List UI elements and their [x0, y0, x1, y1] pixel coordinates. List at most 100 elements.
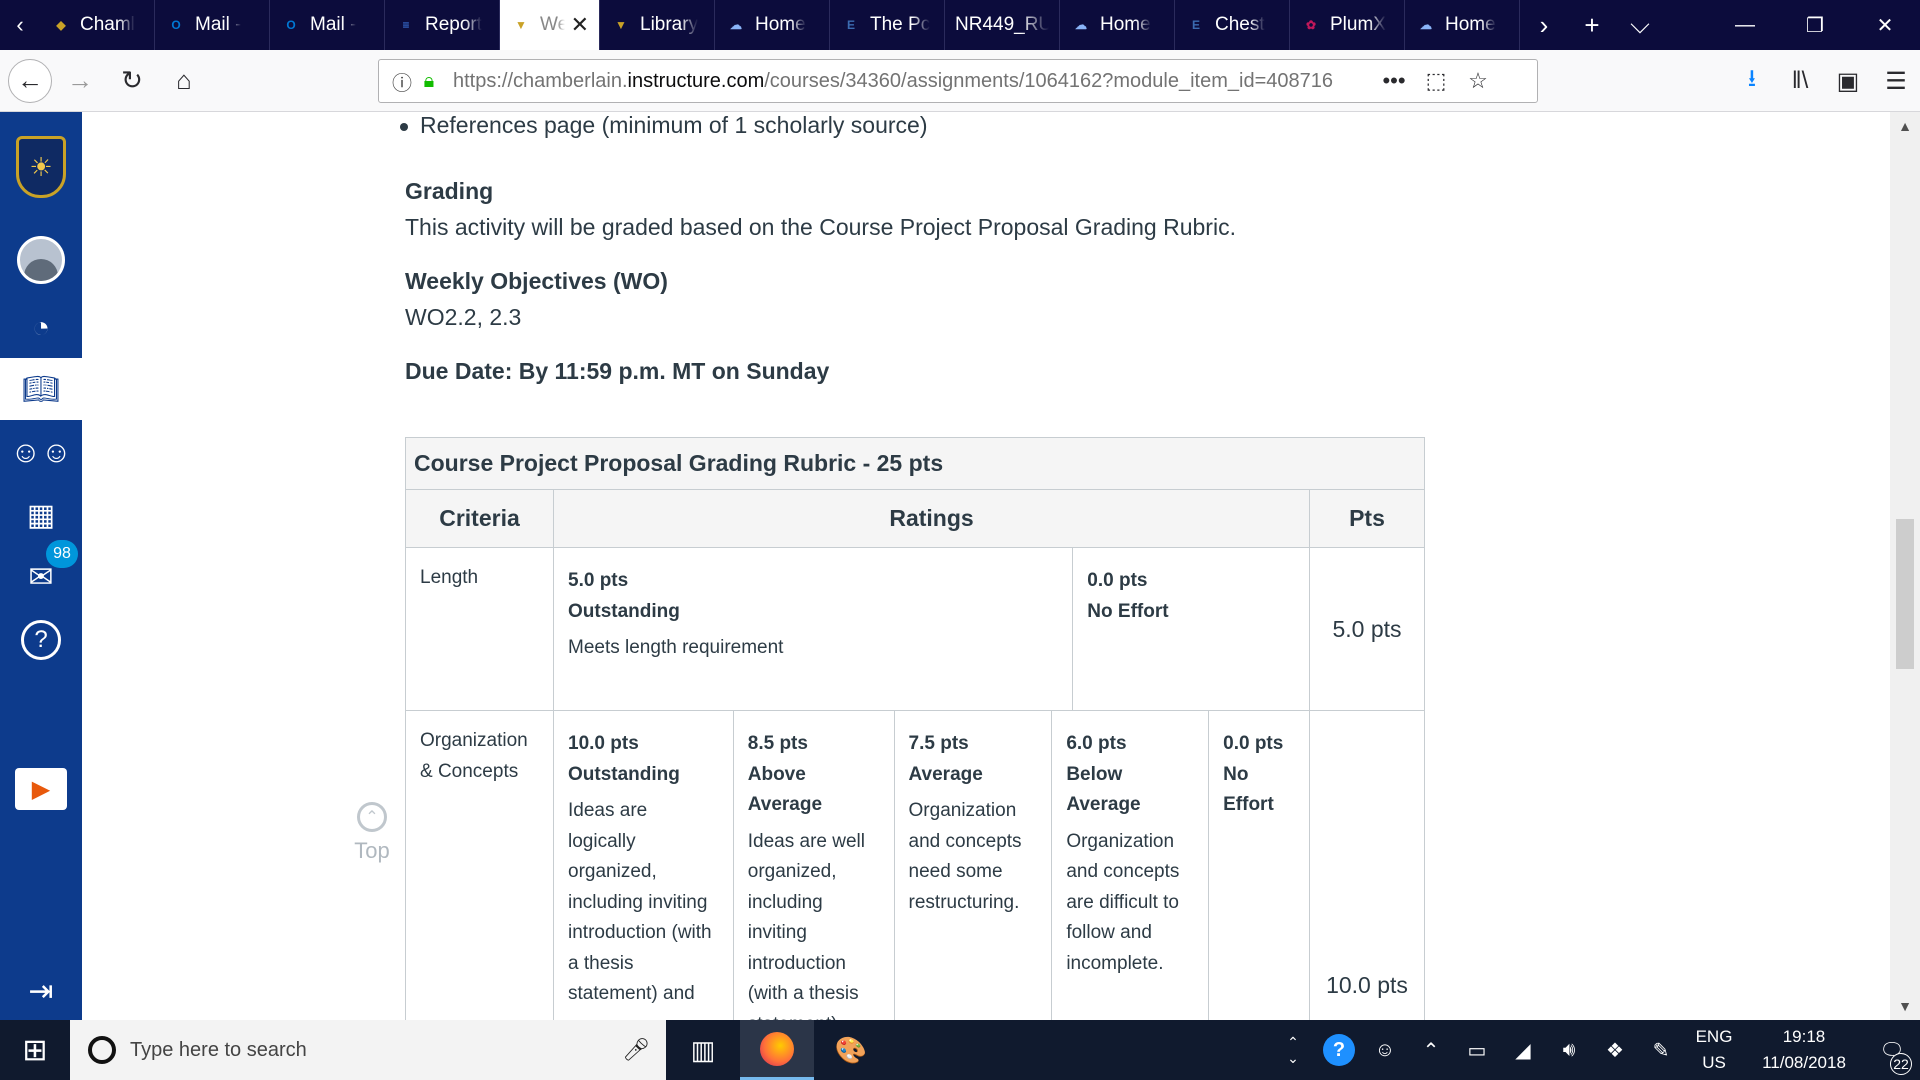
browser-tab[interactable]: ✿ PlumX [1290, 0, 1405, 50]
sidebar-toggle-icon[interactable]: ▣ [1824, 67, 1872, 96]
points-cell: 5.0 pts [1332, 615, 1402, 642]
clock-date: 11/08/2018 [1762, 1053, 1846, 1072]
pen-icon[interactable]: ✎ [1638, 1038, 1684, 1063]
battery-icon[interactable]: ▭ [1454, 1038, 1500, 1063]
scroll-up-icon[interactable]: ▲ [1890, 112, 1920, 140]
download-icon[interactable]: ⭳ [1728, 61, 1776, 102]
close-tab-icon[interactable]: ✕ [571, 12, 589, 38]
criterion-cell: Length [406, 548, 554, 710]
rating-label: Average [908, 763, 983, 785]
help-tray-button[interactable]: ? [1316, 1034, 1362, 1066]
browser-tab[interactable]: ◆ Chaml [40, 0, 155, 50]
browser-tab[interactable]: ▼ We ✕ [500, 0, 600, 50]
browser-tab[interactable]: ☁ Home [1060, 0, 1175, 50]
address-bar[interactable]: ⓘ 🔒︎ https://chamberlain.instructure.com… [378, 59, 1538, 103]
taskbar-search[interactable]: Type here to search 🎤︎ [70, 1020, 666, 1080]
wifi-icon[interactable]: ◢ [1500, 1038, 1546, 1063]
nav-studio[interactable]: ▶ [0, 764, 82, 814]
pocket-icon[interactable]: ⬚ [1415, 68, 1457, 94]
restore-button[interactable]: ❐ [1780, 0, 1850, 50]
start-button[interactable]: ⊞ [0, 1020, 70, 1080]
rubric-table: Course Project Proposal Grading Rubric -… [405, 437, 1425, 1020]
institution-logo[interactable]: ☀ [0, 132, 82, 202]
nav-calendar[interactable]: ▦ [0, 484, 82, 546]
new-tab-button[interactable]: + [1568, 0, 1616, 50]
scrollbar-thumb[interactable] [1896, 519, 1914, 669]
top-label: Top [354, 838, 390, 863]
cortana-icon [88, 1036, 116, 1064]
page-actions-icon[interactable]: ••• [1373, 68, 1415, 94]
nav-groups[interactable]: ☺☺ [0, 422, 82, 484]
rating-option: 10.0 pts Outstanding Ideas are logically… [554, 711, 734, 1020]
rating-option: 6.0 pts Below Average Organization and c… [1052, 711, 1210, 1020]
rating-option: 0.0 pts No Effort [1073, 548, 1309, 710]
url-text[interactable]: https://chamberlain.instructure.com/cour… [453, 70, 1373, 93]
browser-tab[interactable]: ☁ Home [1405, 0, 1520, 50]
nav-account[interactable] [0, 230, 82, 290]
bookmark-star-icon[interactable]: ☆ [1457, 68, 1499, 94]
rating-label: No Effort [1223, 763, 1274, 816]
nav-dashboard[interactable]: ◔ [0, 298, 82, 358]
language-indicator[interactable]: ENG US [1684, 1024, 1744, 1076]
chevron-up-icon: ⌃ [357, 802, 387, 832]
browser-tab[interactable]: O Mail - [270, 0, 385, 50]
browser-tab[interactable]: ≡ Report [385, 0, 500, 50]
library-icon[interactable]: ‖\ [1776, 67, 1824, 95]
back-to-top-button[interactable]: ⌃ Top [332, 802, 412, 864]
firefox-taskbar-button[interactable] [740, 1020, 814, 1080]
nav-courses[interactable]: 📖︎ [0, 358, 82, 420]
calendar-icon: ▦ [26, 498, 56, 532]
inbox-icon: ✉ [28, 560, 54, 594]
paint-taskbar-button[interactable]: 🎨 [814, 1020, 888, 1080]
cloud-icon: ☁ [1420, 18, 1432, 32]
browser-tab[interactable]: E Chest [1175, 0, 1290, 50]
assignment-content: References page (minimum of 1 scholarly … [82, 112, 1890, 1020]
rating-label: No Effort [1087, 600, 1169, 622]
tray-overflow-icon[interactable]: ⌃ ⌄ [1270, 1034, 1316, 1066]
pts-header: Pts [1349, 505, 1385, 531]
rating-label: Above Average [747, 763, 823, 816]
rating-points: 0.0 pts [1087, 570, 1148, 591]
tab-scroll-right-icon[interactable]: › [1520, 0, 1568, 50]
browser-tab[interactable]: ▼ Library [600, 0, 715, 50]
tab-label: The Pc [870, 14, 931, 35]
tab-list-dropdown-icon[interactable]: ⌵ [1616, 0, 1664, 50]
clock[interactable]: 19:18 11/08/2018 [1744, 1024, 1864, 1076]
weekly-objectives-text: WO2.2, 2.3 [405, 304, 522, 330]
tab-label: Mail - [195, 14, 242, 35]
action-center-button[interactable]: 🗨︎ 22 [1864, 1038, 1920, 1075]
rating-description: Meets length requirement [568, 637, 784, 658]
dropbox-icon[interactable]: ❖ [1592, 1038, 1638, 1063]
points-cell: 10.0 pts [1326, 972, 1408, 998]
rating-description: Ideas are well organized, including invi… [747, 830, 865, 1021]
collapse-nav-button[interactable]: ⇥ [0, 970, 82, 1012]
browser-tab[interactable]: E The Pc [830, 0, 945, 50]
microphone-icon[interactable]: 🎤︎ [622, 1037, 650, 1063]
back-button[interactable]: ← [8, 58, 52, 103]
task-view-button[interactable]: ▥ [666, 1020, 740, 1080]
nav-help[interactable]: ? [0, 608, 82, 672]
reload-button[interactable]: ↻ [108, 57, 156, 105]
close-window-button[interactable]: ✕ [1850, 0, 1920, 50]
scroll-down-icon[interactable]: ▼ [1890, 992, 1920, 1020]
paint-palette-icon: 🎨 [834, 1034, 868, 1065]
plumx-icon: ✿ [1305, 18, 1317, 32]
ratings-header: Ratings [554, 490, 1310, 547]
browser-tab[interactable]: NR449_RU [945, 0, 1060, 50]
people-icon[interactable]: ☺ [1362, 1039, 1408, 1062]
reference-requirement-text: References page (minimum of 1 scholarly … [420, 112, 928, 138]
forward-button[interactable]: → [56, 57, 104, 105]
browser-tab[interactable]: ☁ Home [715, 0, 830, 50]
browser-tab[interactable]: O Mail - [155, 0, 270, 50]
list-item: References page (minimum of 1 scholarly … [400, 112, 927, 139]
tab-scroll-left-icon[interactable]: ‹ [0, 0, 40, 50]
windows-taskbar: ⊞ Type here to search 🎤︎ ▥ 🎨 ⌃ ⌄ ? ☺ ⌃ ▭ … [0, 1020, 1920, 1080]
site-info-icon[interactable]: ⓘ [387, 67, 417, 96]
page-scrollbar[interactable]: ▲ ▼ [1890, 112, 1920, 1020]
book-icon: 📖︎ [21, 372, 61, 406]
volume-icon[interactable]: 🔊︎ [1546, 1039, 1592, 1062]
menu-icon[interactable]: ☰ [1872, 67, 1920, 96]
home-button[interactable]: ⌂ [160, 57, 208, 105]
minimize-button[interactable]: — [1710, 0, 1780, 50]
show-hidden-icons[interactable]: ⌃ [1408, 1038, 1454, 1063]
